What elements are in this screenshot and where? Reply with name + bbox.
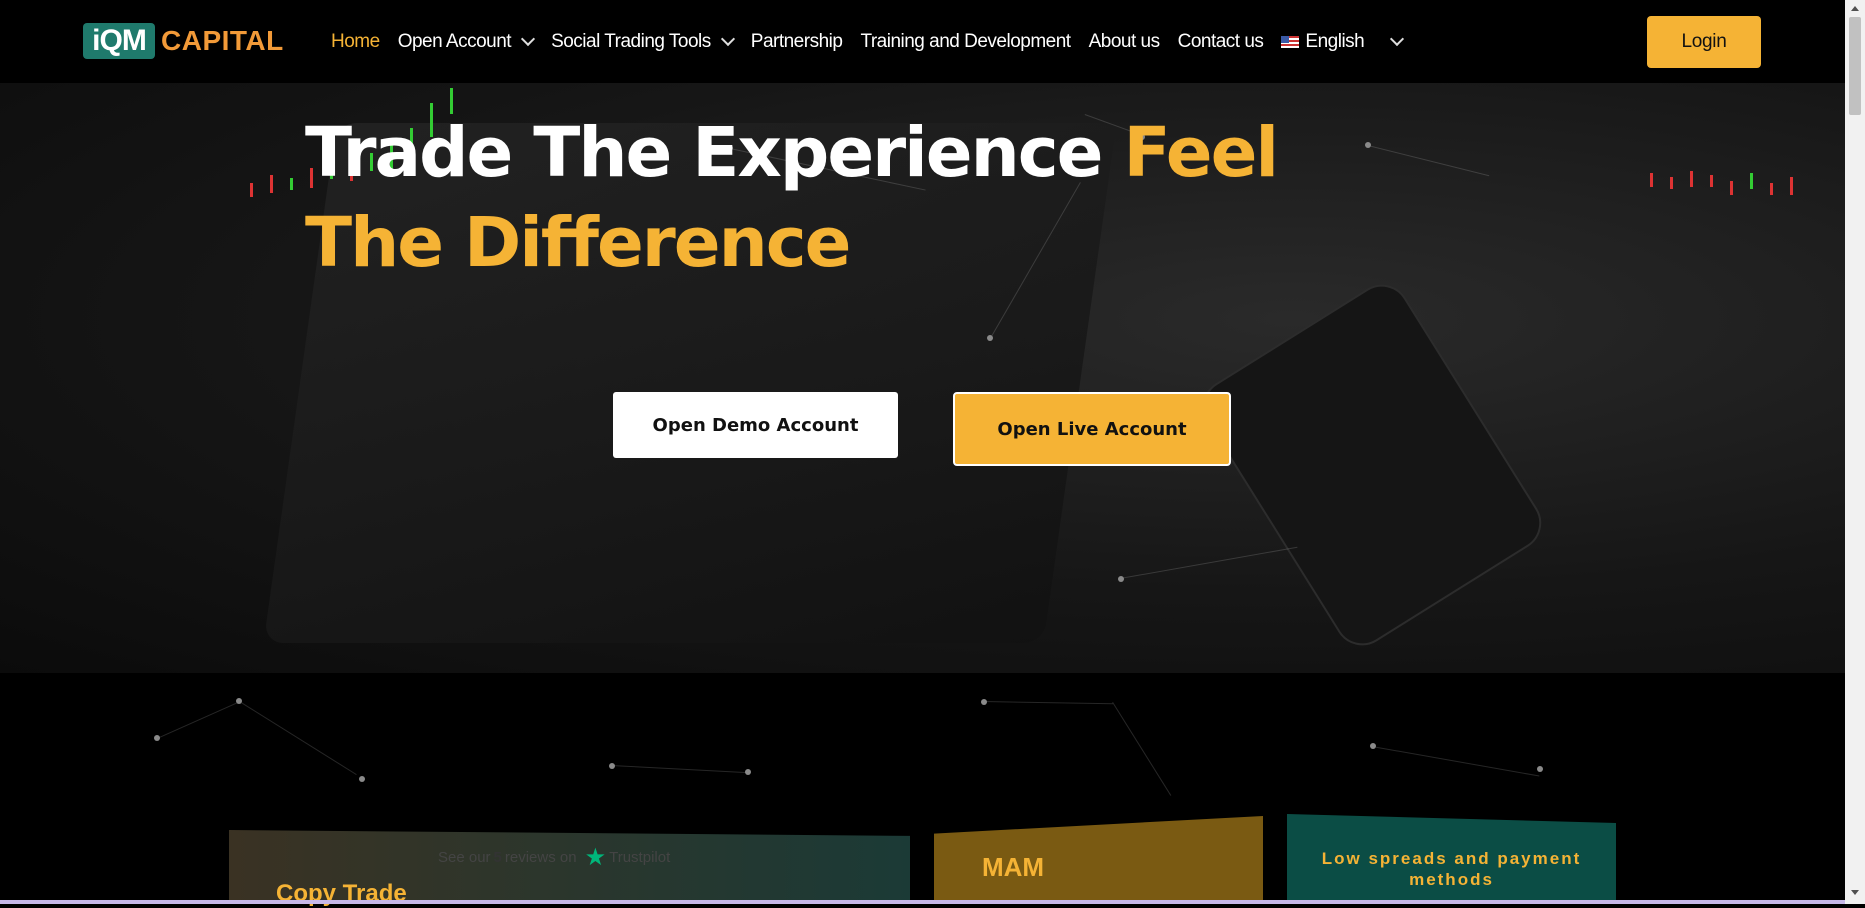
nav-open-account-label: Open Account xyxy=(397,30,512,52)
nav-training-label: Training and Development xyxy=(860,30,1071,52)
main-nav: Home Open Account Social Trading Tools P… xyxy=(331,0,1420,83)
network-dot xyxy=(987,335,993,341)
headline-white: Trade The Experience xyxy=(305,113,1103,193)
network-line xyxy=(1367,145,1490,177)
candlestick-decoration xyxy=(1640,163,1840,243)
network-dot xyxy=(1370,743,1376,749)
login-button[interactable]: Login xyxy=(1647,16,1761,68)
open-live-account-button[interactable]: Open Live Account xyxy=(953,392,1231,466)
network-dot xyxy=(1537,766,1543,772)
low-spreads-title: Low spreads and payment methods xyxy=(1321,849,1582,889)
brand-logo[interactable]: iQM CAPITAL xyxy=(83,23,284,59)
nav-social-trading-tools[interactable]: Social Trading Tools xyxy=(551,30,735,53)
network-line xyxy=(610,765,747,774)
logo-text: CAPITAL xyxy=(161,25,284,56)
top-navbar: iQM CAPITAL Home Open Account Social Tra… xyxy=(0,0,1845,83)
language-selector[interactable]: English xyxy=(1281,30,1405,53)
network-dot xyxy=(154,735,160,741)
hero-phone-image xyxy=(1192,274,1552,656)
headline-yellow-1: Feel xyxy=(1123,113,1279,193)
network-line xyxy=(237,700,357,776)
open-demo-account-button[interactable]: Open Demo Account xyxy=(613,392,898,458)
scroll-down-arrow-icon[interactable] xyxy=(1851,890,1859,895)
network-dot xyxy=(236,698,242,704)
trustpilot-count: 5 xyxy=(493,849,502,866)
mam-title: MAM xyxy=(982,852,1045,882)
network-dot xyxy=(1118,576,1124,582)
trustpilot-middle: reviews on xyxy=(504,849,577,866)
nav-contact[interactable]: Contact us xyxy=(1178,31,1264,53)
nav-about-label: About us xyxy=(1088,30,1161,52)
chevron-down-icon xyxy=(1390,31,1405,47)
chevron-down-icon xyxy=(520,31,536,47)
nav-partnership[interactable]: Partnership xyxy=(751,31,843,53)
nav-partnership-label: Partnership xyxy=(750,30,843,52)
nav-home[interactable]: Home xyxy=(331,31,380,53)
network-line xyxy=(1112,702,1172,796)
language-label: English xyxy=(1305,30,1365,52)
trustpilot-brand: Trustpilot xyxy=(609,849,671,866)
hero-headline: Trade The Experience Feel The Difference xyxy=(305,108,1305,288)
page-scrollbar[interactable] xyxy=(1845,0,1865,904)
trustpilot-star-icon: ★ xyxy=(584,844,607,871)
nav-social-trading-tools-label: Social Trading Tools xyxy=(551,30,711,52)
window-bottom-border xyxy=(0,900,1845,904)
nav-open-account[interactable]: Open Account xyxy=(397,30,536,53)
network-line xyxy=(982,701,1113,705)
network-dot xyxy=(359,776,365,782)
network-line xyxy=(1120,546,1298,579)
nav-training[interactable]: Training and Development xyxy=(860,30,1071,53)
network-line xyxy=(157,701,240,739)
us-flag-icon xyxy=(1281,35,1300,48)
network-line xyxy=(1371,746,1540,777)
nav-home-label: Home xyxy=(331,30,380,52)
network-dot xyxy=(609,763,615,769)
network-dot xyxy=(745,769,751,775)
network-dot xyxy=(1365,142,1371,148)
trustpilot-widget[interactable]: See our 5 reviews on ★ Trustpilot xyxy=(438,843,670,872)
logo-mark: iQM xyxy=(83,23,155,59)
scroll-up-arrow-icon[interactable] xyxy=(1851,6,1859,11)
nav-about[interactable]: About us xyxy=(1088,30,1161,53)
trustpilot-prefix: See our xyxy=(438,849,491,866)
chevron-down-icon xyxy=(720,31,735,47)
scrollbar-thumb[interactable] xyxy=(1849,17,1861,115)
nav-contact-label: Contact us xyxy=(1177,30,1264,52)
network-dot xyxy=(981,699,987,705)
headline-yellow-2: The Difference xyxy=(305,203,851,283)
